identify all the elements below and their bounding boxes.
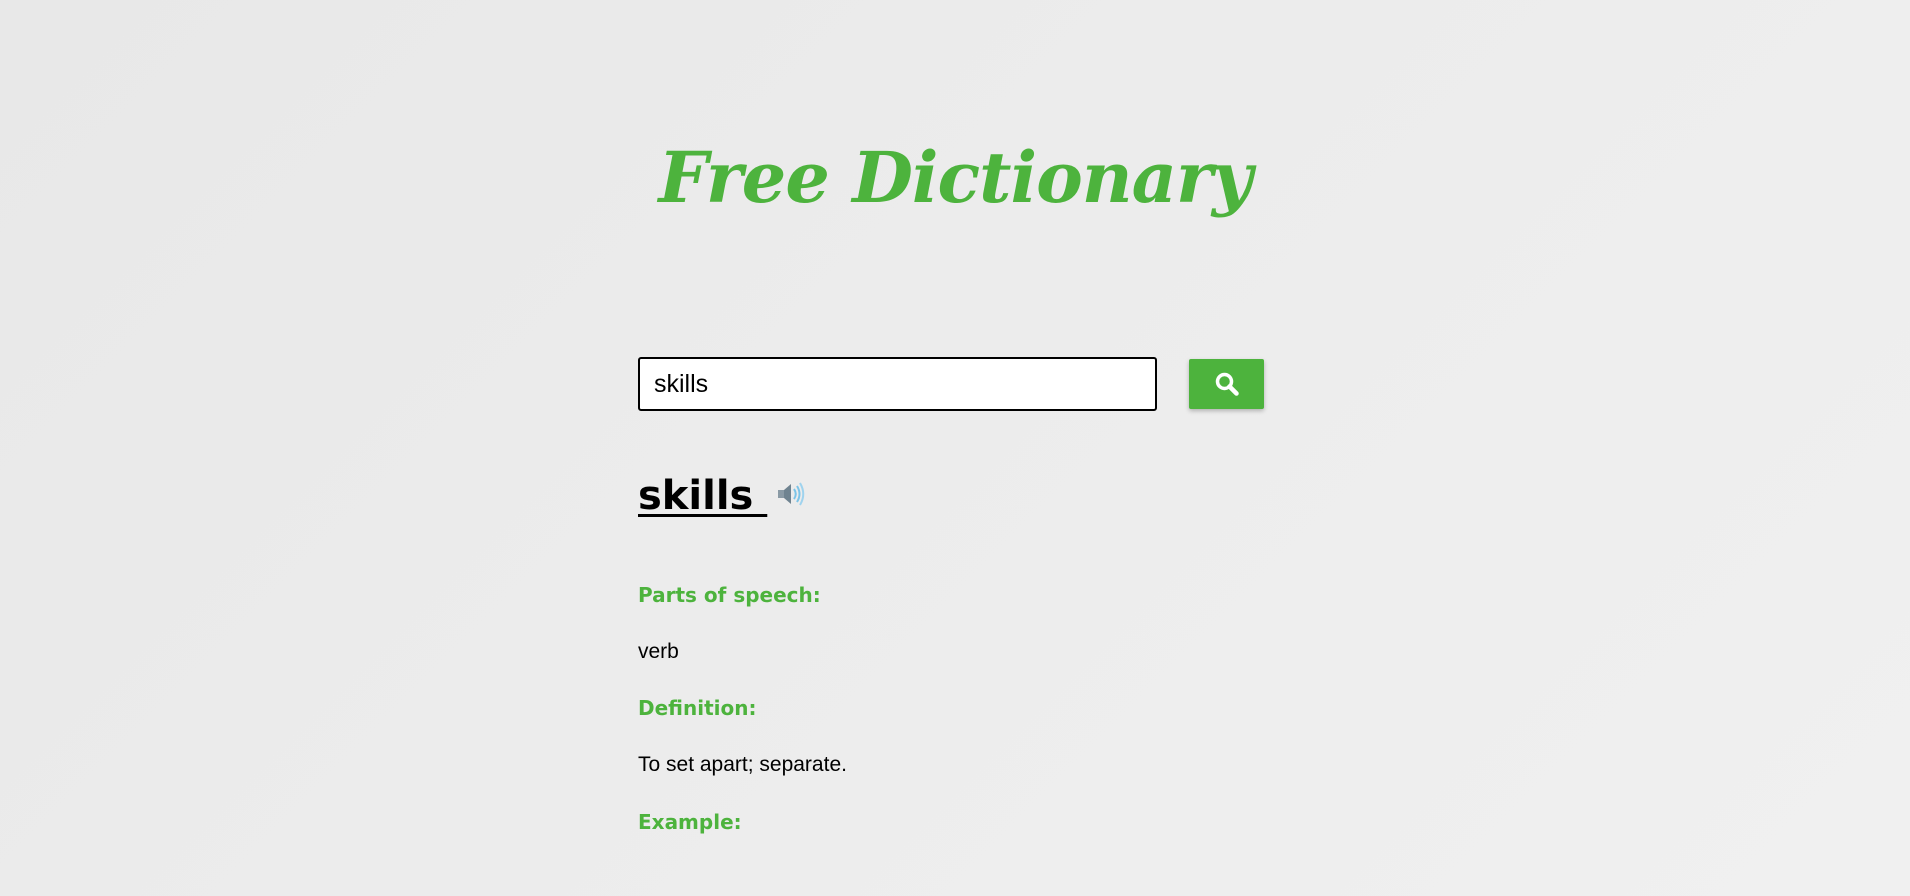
example-label: Example:	[638, 810, 742, 834]
search-form	[638, 357, 1265, 412]
speaker-icon	[776, 480, 806, 513]
search-input[interactable]	[638, 357, 1157, 411]
search-button[interactable]	[1189, 359, 1264, 409]
word-heading: skills	[638, 473, 768, 519]
definition-label: Definition:	[638, 696, 757, 720]
parts-of-speech-value: verb	[638, 640, 679, 663]
word-result: skills Parts of speech: verb Definition:…	[638, 466, 1338, 834]
definition-value: To set apart; separate.	[638, 753, 847, 776]
search-icon	[1214, 371, 1240, 397]
word-header: skills	[638, 466, 1338, 526]
parts-of-speech-label: Parts of speech:	[638, 583, 821, 607]
app-title: Free Dictionary	[658, 136, 1252, 219]
app-container: Free Dictionary skills skills Parts of s…	[0, 0, 1910, 896]
pronunciation-audio-button[interactable]	[775, 480, 807, 512]
